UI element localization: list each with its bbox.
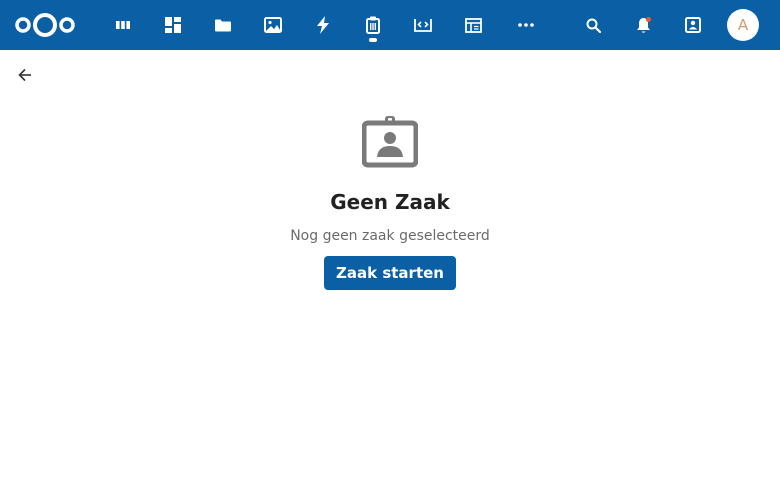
more-icon xyxy=(518,23,534,27)
empty-state: Geen Zaak Nog geen zaak geselecteerd Zaa… xyxy=(0,112,780,290)
image-icon xyxy=(264,17,282,33)
more-apps-button[interactable] xyxy=(501,0,551,50)
arrow-left-icon xyxy=(18,68,31,82)
app-tables[interactable] xyxy=(448,0,498,50)
search-button[interactable] xyxy=(571,0,615,50)
start-case-button[interactable]: Zaak starten xyxy=(324,256,456,290)
app-dashboard[interactable] xyxy=(148,0,198,50)
app-deck[interactable] xyxy=(98,0,148,50)
empty-state-description: Nog geen zaak geselecteerd xyxy=(290,228,490,244)
empty-state-title: Geen Zaak xyxy=(330,190,450,214)
lightning-icon xyxy=(317,16,329,34)
table-icon xyxy=(464,17,482,33)
user-avatar[interactable]: A xyxy=(727,9,759,41)
nextcloud-logo[interactable] xyxy=(13,11,77,39)
notification-badge xyxy=(646,17,651,22)
clipboard-icon xyxy=(366,16,380,34)
app-activity[interactable] xyxy=(298,0,348,50)
contacts-button[interactable] xyxy=(671,0,715,50)
avatar-initial: A xyxy=(737,16,749,34)
contacts-icon xyxy=(685,17,701,33)
app-code[interactable] xyxy=(398,0,448,50)
dashboard-icon xyxy=(165,17,181,33)
search-icon xyxy=(586,18,601,33)
notifications-button[interactable] xyxy=(621,0,665,50)
back-button[interactable] xyxy=(14,64,36,86)
folder-icon xyxy=(215,19,231,31)
deck-icon xyxy=(116,21,130,29)
app-photos[interactable] xyxy=(248,0,298,50)
app-cases[interactable] xyxy=(348,0,398,50)
app-files[interactable] xyxy=(198,0,248,50)
top-header: A xyxy=(0,0,780,50)
id-badge-icon xyxy=(362,116,418,168)
code-icon xyxy=(414,19,432,32)
active-app-indicator xyxy=(369,38,377,42)
